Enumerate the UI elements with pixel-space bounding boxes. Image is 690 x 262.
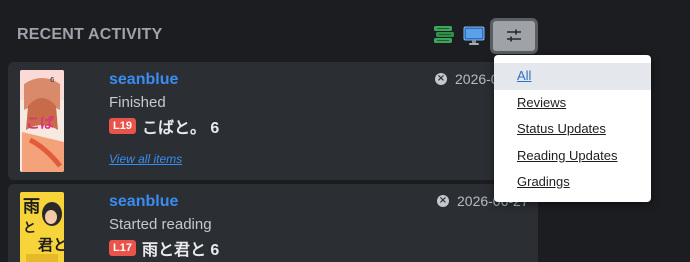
filter-option-reviews[interactable]: Reviews: [494, 90, 651, 117]
remove-icon[interactable]: ×: [435, 73, 447, 85]
activity-item-row: L19 こばと。 6: [109, 114, 219, 138]
activity-date-text: 2026-0: [455, 71, 499, 87]
activity-username[interactable]: seanblue: [109, 71, 178, 89]
activity-item-row: L17 雨と君と 6: [109, 236, 219, 260]
books-stack-icon[interactable]: [432, 24, 456, 46]
activity-date: × 2026-0: [435, 71, 499, 87]
filter-option-status-updates[interactable]: Status Updates: [494, 116, 651, 143]
manga-cover-ame-to-kimi-to[interactable]: 雨 と 君と: [20, 192, 64, 262]
svg-text:と: と: [23, 221, 36, 236]
sliders-filter-icon: [507, 29, 521, 42]
level-badge: L19: [109, 118, 136, 134]
item-title[interactable]: こばと。 6: [142, 114, 219, 138]
view-all-items-link[interactable]: View all items: [109, 152, 182, 166]
section-title: RECENT ACTIVITY: [17, 26, 163, 43]
manga-cover-kobato[interactable]: こば 6: [20, 70, 64, 172]
activity-card: 雨 と 君と seanblue Started reading L17 雨と君と…: [8, 184, 538, 262]
remove-icon[interactable]: ×: [437, 195, 449, 207]
activity-card: こば 6 seanblue Finished L19 こばと。 6 View a…: [8, 62, 538, 180]
activity-username[interactable]: seanblue: [109, 193, 178, 211]
filter-option-reading-updates[interactable]: Reading Updates: [494, 143, 651, 170]
filter-dropdown-menu: All Reviews Status Updates Reading Updat…: [494, 55, 651, 202]
level-badge: L17: [109, 240, 136, 256]
svg-text:6: 6: [50, 76, 55, 84]
filter-button[interactable]: [490, 18, 538, 54]
svg-text:君と: 君と: [38, 236, 64, 254]
svg-text:こば: こば: [26, 116, 54, 132]
filter-option-all[interactable]: All: [494, 63, 651, 90]
monitor-icon[interactable]: [462, 24, 486, 46]
svg-text:雨: 雨: [23, 197, 40, 217]
activity-action: Finished: [109, 94, 166, 111]
activity-action: Started reading: [109, 216, 212, 233]
item-title[interactable]: 雨と君と 6: [142, 236, 219, 260]
recent-activity-page: RECENT ACTIVITY こば 6 seanblue Finished L…: [0, 0, 690, 262]
filter-option-gradings[interactable]: Gradings: [494, 169, 651, 196]
